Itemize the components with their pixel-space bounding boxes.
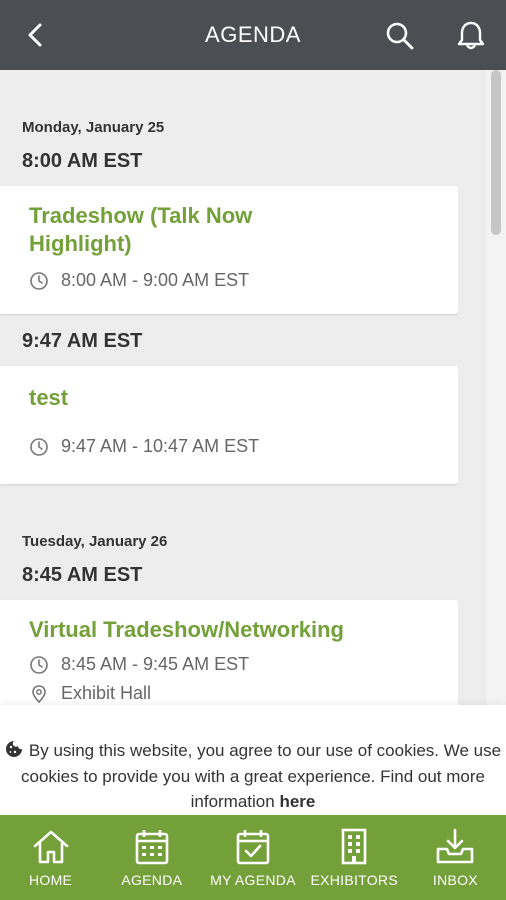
calendar-icon (135, 830, 169, 865)
bell-icon (457, 21, 485, 50)
time-slot-label: 9:47 AM EST (22, 330, 143, 352)
nav-agenda-label: AGENDA (121, 872, 183, 888)
search-button[interactable] (384, 20, 416, 52)
nav-my-agenda-label: MY AGENDA (210, 872, 296, 888)
nav-inbox[interactable]: INBOX (405, 815, 506, 900)
session-time-range: 8:00 AM - 9:00 AM EST (61, 270, 250, 290)
bottom-nav: HOME AGENDA MY AGENDA EXHIBITORS INBOX (0, 815, 506, 900)
session-card[interactable]: test 9:47 AM - 10:47 AM EST (0, 366, 458, 484)
page-title: AGENDA (205, 22, 301, 47)
time-slot-label: 8:45 AM EST (22, 564, 143, 586)
nav-exhibitors-label: EXHIBITORS (310, 872, 398, 888)
clock-icon (30, 271, 48, 290)
calendar-check-icon (236, 830, 270, 865)
nav-agenda[interactable]: AGENDA (101, 815, 202, 900)
app-header: AGENDA (0, 0, 506, 70)
nav-home[interactable]: HOME (0, 815, 101, 900)
session-time: 8:45 AM - 9:45 AM EST (29, 654, 458, 675)
nav-inbox-label: INBOX (432, 872, 478, 888)
map-pin-icon (32, 684, 46, 703)
session-time: 9:47 AM - 10:47 AM EST (29, 436, 458, 457)
day-label: Monday, January 25 (22, 119, 165, 136)
session-location: Exhibit Hall (29, 683, 458, 704)
session-time: 8:00 AM - 9:00 AM EST (29, 270, 458, 291)
scrollbar-thumb[interactable] (491, 70, 501, 235)
time-slot-label: 8:00 AM EST (22, 150, 143, 172)
session-title: test (29, 385, 69, 410)
nav-home-label: HOME (29, 872, 73, 888)
session-title: Tradeshow (Talk Now Highlight) (29, 203, 253, 256)
session-time-range: 8:45 AM - 9:45 AM EST (61, 654, 250, 674)
nav-my-agenda[interactable]: MY AGENDA (202, 815, 303, 900)
search-icon (386, 22, 414, 50)
clock-icon (30, 655, 48, 674)
clock-icon (30, 437, 48, 456)
home-icon (33, 830, 68, 864)
session-time-range: 9:47 AM - 10:47 AM EST (61, 436, 260, 456)
session-card[interactable]: Tradeshow (Talk Now Highlight) 8:00 AM -… (0, 186, 458, 314)
session-title: Virtual Tradeshow/Networking (29, 617, 344, 642)
cookie-text: By using this website, you agree to our … (21, 741, 502, 811)
cookie-icon (5, 741, 22, 757)
notifications-button[interactable] (456, 20, 486, 52)
cookie-banner: By using this website, you agree to our … (0, 705, 506, 815)
session-location-text: Exhibit Hall (61, 683, 152, 703)
day-label: Tuesday, January 26 (22, 533, 168, 550)
nav-exhibitors[interactable]: EXHIBITORS (304, 815, 405, 900)
building-icon (341, 828, 367, 865)
cookie-more-info-link[interactable]: here (279, 792, 315, 811)
agenda-list[interactable]: Monday, January 25 8:00 AM EST Tradeshow… (0, 70, 458, 815)
inbox-icon (437, 828, 474, 864)
